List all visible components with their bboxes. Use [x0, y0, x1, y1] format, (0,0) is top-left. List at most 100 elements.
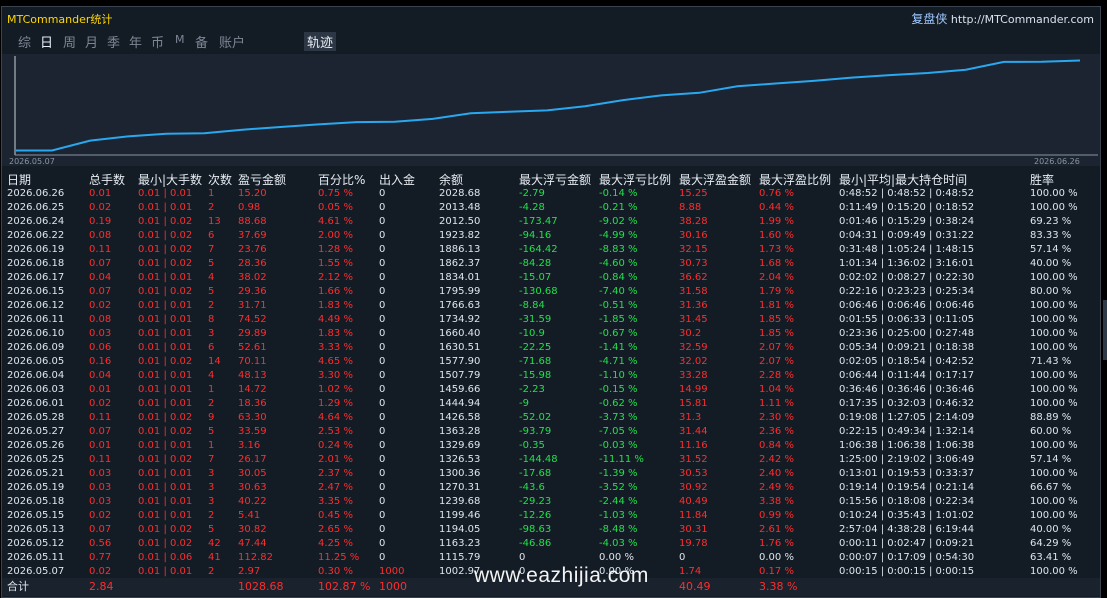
cell-date: 2026.06.11: [7, 314, 65, 325]
header-min-max-lots[interactable]: 最小|大手数: [138, 171, 202, 188]
cell-max-float-profit-pct: 1.85 %: [759, 328, 794, 339]
table-row[interactable]: 2026.06.04 0.04 0.01 | 0.01 4 48.13 3.30 % 0 15…: [2, 369, 1100, 383]
tab-year[interactable]: 年: [129, 32, 142, 51]
header-total-lots[interactable]: 总手数: [89, 171, 125, 188]
cell-min-max-lots: 0.01 | 0.01: [138, 328, 193, 339]
table-row[interactable]: 2026.05.13 0.07 0.01 | 0.02 5 30.82 2.65 % 0 11…: [2, 523, 1100, 537]
cell-win-rate: 100.00 %: [1030, 328, 1078, 339]
table-row[interactable]: 2026.06.01 0.02 0.01 | 0.01 2 18.36 1.29 % 0 14…: [2, 397, 1100, 411]
header-hold-time[interactable]: 最小|平均|最大持仓时间: [839, 171, 967, 188]
table-row[interactable]: 2026.05.19 0.03 0.01 | 0.01 3 30.63 2.47 % 0 12…: [2, 481, 1100, 495]
table-row[interactable]: 2026.05.11 0.77 0.01 | 0.06 41 112.82 11.25 %…: [2, 551, 1100, 565]
table-row[interactable]: 2026.05.25 0.11 0.01 | 0.02 7 26.17 2.01 % 0 13…: [2, 453, 1100, 467]
header-balance[interactable]: 余额: [439, 171, 463, 188]
header-win-rate[interactable]: 胜率: [1030, 171, 1054, 188]
tab-month[interactable]: 月: [85, 32, 98, 51]
cell-count: 1: [208, 384, 215, 395]
cell-percent: 0.75 %: [318, 188, 353, 199]
cell-hold-time: 0:04:31 | 0:09:49 | 0:31:22: [839, 230, 975, 241]
table-row[interactable]: 2026.06.25 0.02 0.01 | 0.01 2 0.98 0.05 % 0 201…: [2, 201, 1100, 215]
cell-deposit: 0: [379, 244, 386, 255]
cell-max-float-profit-pct: 2.61 %: [759, 524, 794, 535]
cell-hold-time: 0:31:48 | 1:05:24 | 1:48:15: [839, 244, 975, 255]
table-row[interactable]: 2026.06.12 0.02 0.01 | 0.01 2 31.71 1.83 % 0 17…: [2, 299, 1100, 313]
header-deposit[interactable]: 出入金: [379, 171, 415, 188]
tab-m[interactable]: M: [175, 33, 185, 46]
cell-balance: 2012.50: [439, 216, 481, 227]
cell-date: 2026.06.15: [7, 286, 65, 297]
tab-week[interactable]: 周: [63, 32, 76, 51]
cell-date: 2026.06.05: [7, 356, 65, 367]
cell-hold-time: 0:13:01 | 0:19:53 | 0:33:37: [839, 468, 975, 479]
cell-pnl: 47.44: [238, 538, 267, 549]
tab-currency[interactable]: 币: [151, 32, 164, 51]
cell-min-max-lots: 0.01 | 0.01: [138, 202, 193, 213]
table-row[interactable]: 2026.06.05 0.16 0.01 | 0.02 14 70.11 4.65 % 0 1…: [2, 355, 1100, 369]
cell-max-float-loss-pct: -0.62 %: [599, 398, 638, 409]
header-max-float-profit[interactable]: 最大浮盈金额: [679, 171, 751, 188]
tab-track[interactable]: 轨迹: [304, 32, 337, 51]
cell-max-float-profit: 14.99: [679, 384, 708, 395]
cell-count: 2: [208, 510, 215, 521]
cell-min-max-lots: 0.01 | 0.01: [138, 566, 193, 577]
cell-max-float-loss-pct: -1.10 %: [599, 370, 638, 381]
cell-hold-time: 0:06:44 | 0:11:44 | 0:17:17: [839, 370, 975, 381]
brand-link[interactable]: 复盘侠 http://MTCommander.com: [911, 10, 1094, 27]
cell-count: 2: [208, 300, 215, 311]
cell-balance: 1886.13: [439, 244, 481, 255]
cell-total-lots: 0.07: [89, 426, 112, 437]
header-count[interactable]: 次数: [208, 171, 232, 188]
cell-percent: 3.35 %: [318, 496, 353, 507]
table-row[interactable]: 2026.05.15 0.02 0.01 | 0.01 2 5.41 0.45 % 0 119…: [2, 509, 1100, 523]
table-row[interactable]: 2026.06.17 0.04 0.01 | 0.01 4 38.02 2.12 % 0 18…: [2, 271, 1100, 285]
cell-max-float-loss-pct: -11.11 %: [599, 454, 644, 465]
tab-overview[interactable]: 综: [18, 32, 31, 51]
scrollbar[interactable]: [1103, 300, 1107, 360]
cell-max-float-loss-pct: -4.60 %: [599, 258, 638, 269]
brand-url[interactable]: http://MTCommander.com: [951, 13, 1094, 26]
table-row[interactable]: 2026.06.18 0.07 0.01 | 0.02 5 28.36 1.55 % 0 18…: [2, 257, 1100, 271]
cell-pnl: 40.22: [238, 496, 267, 507]
tab-notes[interactable]: 备: [195, 32, 208, 51]
cell-max-float-profit-pct: 1.79 %: [759, 286, 794, 297]
cell-min-max-lots: 0.01 | 0.01: [138, 440, 193, 451]
table-row[interactable]: 2026.06.24 0.19 0.01 | 0.02 13 88.68 4.61 % 0 2…: [2, 215, 1100, 229]
table-row[interactable]: 2026.06.26 0.01 0.01 | 0.01 1 15.20 0.75 % 0 20…: [2, 187, 1100, 201]
table-row[interactable]: 2026.06.10 0.03 0.01 | 0.01 3 29.89 1.83 % 0 16…: [2, 327, 1100, 341]
cell-min-max-lots: 0.01 | 0.02: [138, 538, 193, 549]
cell-hold-time: 0:36:46 | 0:36:46 | 0:36:46: [839, 384, 975, 395]
cell-max-float-profit: 31.36: [679, 300, 708, 311]
header-max-float-loss[interactable]: 最大浮亏金额: [519, 171, 591, 188]
cell-deposit: 0: [379, 300, 386, 311]
cell-hold-time: 0:22:16 | 0:23:23 | 0:25:34: [839, 286, 975, 297]
table-row[interactable]: 2026.06.22 0.08 0.01 | 0.02 6 37.69 2.00 % 0 19…: [2, 229, 1100, 243]
cell-pnl: 74.52: [238, 314, 267, 325]
table-row[interactable]: 2026.06.11 0.08 0.01 | 0.01 8 74.52 4.49 % 0 17…: [2, 313, 1100, 327]
header-max-float-loss-pct[interactable]: 最大浮亏比例: [599, 171, 671, 188]
table-row[interactable]: 2026.06.03 0.01 0.01 | 0.01 1 14.72 1.02 % 0 14…: [2, 383, 1100, 397]
header-max-float-profit-pct[interactable]: 最大浮盈比例: [759, 171, 831, 188]
cell-count: 6: [208, 230, 215, 241]
header-pnl[interactable]: 盈亏金额: [238, 171, 286, 188]
header-percent[interactable]: 百分比%: [318, 171, 365, 188]
table-row[interactable]: 2026.05.28 0.11 0.01 | 0.02 9 63.30 4.64 % 0 14…: [2, 411, 1100, 425]
table-row[interactable]: 2026.05.21 0.03 0.01 | 0.01 3 30.05 2.37 % 0 13…: [2, 467, 1100, 481]
tab-day[interactable]: 日: [40, 32, 53, 51]
table-row[interactable]: 2026.05.26 0.01 0.01 | 0.01 1 3.16 0.24 % 0 132…: [2, 439, 1100, 453]
header-date[interactable]: 日期: [7, 171, 31, 188]
cell-balance: 1766.63: [439, 300, 481, 311]
cell-total-lots: 0.01: [89, 188, 112, 199]
cell-count: 3: [208, 496, 215, 507]
totals-deposit: 1000: [379, 580, 407, 593]
table-row[interactable]: 2026.05.12 0.56 0.01 | 0.02 42 47.44 4.25 % 0 1…: [2, 537, 1100, 551]
tab-account[interactable]: 账户: [219, 32, 245, 51]
table-row[interactable]: 2026.05.27 0.07 0.01 | 0.02 5 33.59 2.53 % 0 13…: [2, 425, 1100, 439]
cell-min-max-lots: 0.01 | 0.01: [138, 342, 193, 353]
cell-date: 2026.05.25: [7, 454, 65, 465]
tab-quarter[interactable]: 季: [107, 32, 120, 51]
table-row[interactable]: 2026.05.18 0.03 0.01 | 0.01 3 40.22 3.35 % 0 12…: [2, 495, 1100, 509]
table-row[interactable]: 2026.06.15 0.07 0.01 | 0.02 5 29.36 1.66 % 0 17…: [2, 285, 1100, 299]
table-row[interactable]: 2026.06.09 0.06 0.01 | 0.01 6 52.61 3.33 % 0 16…: [2, 341, 1100, 355]
table-row[interactable]: 2026.06.19 0.11 0.01 | 0.02 7 23.76 1.28 % 0 18…: [2, 243, 1100, 257]
cell-max-float-profit-pct: 2.40 %: [759, 468, 794, 479]
